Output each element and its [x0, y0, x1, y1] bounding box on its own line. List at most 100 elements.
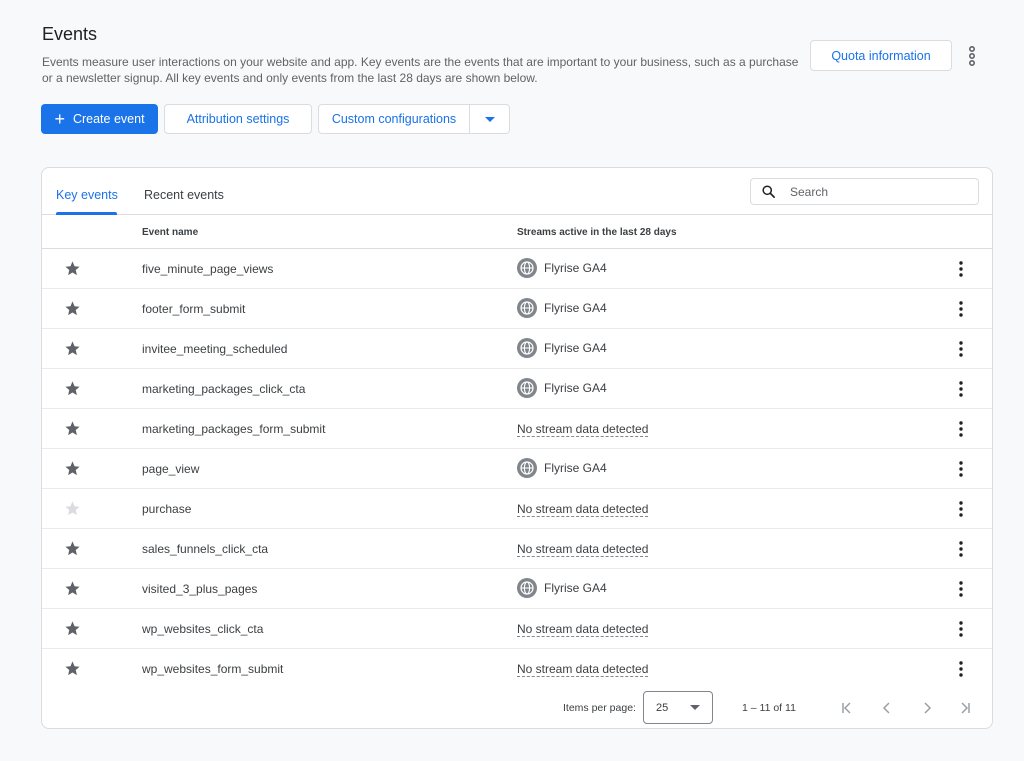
row-more-vert-icon[interactable] — [954, 660, 968, 678]
tab-bar: Key events Recent events — [42, 168, 992, 215]
stream-cell: Flyrise GA4 — [517, 578, 607, 598]
star-outline-icon[interactable] — [64, 500, 81, 517]
column-header-event-name[interactable]: Event name — [142, 227, 198, 238]
key-event-star-icon[interactable] — [64, 660, 81, 677]
last-page-icon[interactable] — [954, 697, 976, 719]
stream-cell: Flyrise GA4 — [517, 378, 607, 398]
stream-cell: Flyrise GA4 — [517, 258, 607, 278]
key-event-star-icon[interactable] — [64, 580, 81, 597]
stream-cell: Flyrise GA4 — [517, 338, 607, 358]
create-event-label: Create event — [72, 112, 145, 126]
event-name[interactable]: sales_funnels_click_cta — [142, 542, 268, 556]
quota-information-button[interactable]: Quota information — [810, 40, 952, 71]
table-row: footer_form_submit Flyrise GA4 — [42, 289, 992, 329]
previous-page-icon[interactable] — [876, 697, 898, 719]
event-name[interactable]: wp_websites_click_cta — [142, 622, 263, 636]
events-table-body: five_minute_page_views Flyrise GA4 foote… — [42, 249, 992, 689]
globe-icon — [517, 578, 537, 598]
table-header: Event name Streams active in the last 28… — [42, 216, 992, 249]
stream-name: Flyrise GA4 — [544, 381, 607, 395]
event-name[interactable]: marketing_packages_click_cta — [142, 382, 305, 396]
key-event-star-icon[interactable] — [64, 540, 81, 557]
no-stream-data-link[interactable]: No stream data detected — [517, 422, 649, 437]
row-more-vert-icon[interactable] — [954, 420, 968, 438]
row-more-vert-icon[interactable] — [954, 620, 968, 638]
row-more-vert-icon[interactable] — [954, 260, 968, 278]
stream-cell: Flyrise GA4 — [517, 298, 607, 318]
no-stream-data-link[interactable]: No stream data detected — [517, 622, 649, 637]
key-event-star-icon[interactable] — [64, 460, 81, 477]
dropdown-arrow-icon — [690, 705, 700, 710]
event-name[interactable]: five_minute_page_views — [142, 262, 273, 276]
table-row: five_minute_page_views Flyrise GA4 — [42, 249, 992, 289]
stream-name: Flyrise GA4 — [544, 341, 607, 355]
row-more-vert-icon[interactable] — [954, 540, 968, 558]
stream-name: Flyrise GA4 — [544, 461, 607, 475]
no-stream-data-link[interactable]: No stream data detected — [517, 542, 649, 557]
table-row: purchase No stream data detected — [42, 489, 992, 529]
events-card: Key events Recent events Event name Stre… — [41, 167, 993, 729]
globe-icon — [517, 458, 537, 478]
event-name[interactable]: page_view — [142, 462, 199, 476]
globe-icon — [517, 338, 537, 358]
event-name[interactable]: purchase — [142, 502, 191, 516]
globe-icon — [517, 378, 537, 398]
event-name[interactable]: visited_3_plus_pages — [142, 582, 257, 596]
table-row: wp_websites_form_submit No stream data d… — [42, 649, 992, 689]
custom-configurations-split-button: Custom configurations — [318, 104, 510, 134]
stream-name: Flyrise GA4 — [544, 581, 607, 595]
tab-recent-events[interactable]: Recent events — [144, 188, 224, 202]
items-per-page-select[interactable]: 25 — [643, 691, 713, 724]
event-name[interactable]: invitee_meeting_scheduled — [142, 342, 287, 356]
plus-icon: + — [54, 109, 65, 129]
table-row: visited_3_plus_pages Flyrise GA4 — [42, 569, 992, 609]
create-event-button[interactable]: + Create event — [41, 104, 158, 134]
page-range: 1 – 11 of 11 — [742, 702, 796, 714]
key-event-star-icon[interactable] — [64, 300, 81, 317]
search-input[interactable] — [790, 184, 960, 199]
row-more-vert-icon[interactable] — [954, 500, 968, 518]
globe-icon — [517, 258, 537, 278]
page-title: Events — [42, 24, 98, 44]
table-row: page_view Flyrise GA4 — [42, 449, 992, 489]
key-event-star-icon[interactable] — [64, 420, 81, 437]
attribution-settings-button[interactable]: Attribution settings — [164, 104, 312, 134]
table-row: marketing_packages_click_cta Flyrise GA4 — [42, 369, 992, 409]
dropdown-arrow-icon — [484, 116, 495, 122]
more-vert-icon[interactable] — [964, 44, 980, 68]
active-tab-indicator — [56, 212, 117, 215]
key-event-star-icon[interactable] — [64, 620, 81, 637]
event-name[interactable]: marketing_packages_form_submit — [142, 422, 325, 436]
row-more-vert-icon[interactable] — [954, 380, 968, 398]
event-name[interactable]: footer_form_submit — [142, 302, 245, 316]
page-description: Events measure user interactions on your… — [42, 55, 799, 85]
pagination: Items per page: 25 1 – 11 of 11 — [42, 688, 992, 728]
column-header-streams[interactable]: Streams active in the last 28 days — [517, 227, 677, 238]
row-more-vert-icon[interactable] — [954, 460, 968, 478]
globe-icon — [517, 298, 537, 318]
next-page-icon[interactable] — [916, 697, 938, 719]
row-more-vert-icon[interactable] — [954, 340, 968, 358]
row-more-vert-icon[interactable] — [954, 580, 968, 598]
table-row: sales_funnels_click_cta No stream data d… — [42, 529, 992, 569]
search-icon — [762, 185, 775, 198]
items-per-page-label: Items per page: — [563, 702, 636, 714]
custom-configurations-button[interactable]: Custom configurations — [318, 104, 470, 134]
stream-cell: Flyrise GA4 — [517, 458, 607, 478]
event-name[interactable]: wp_websites_form_submit — [142, 662, 283, 676]
stream-name: Flyrise GA4 — [544, 301, 607, 315]
tab-key-events[interactable]: Key events — [56, 188, 118, 202]
row-more-vert-icon[interactable] — [954, 300, 968, 318]
key-event-star-icon[interactable] — [64, 260, 81, 277]
table-row: invitee_meeting_scheduled Flyrise GA4 — [42, 329, 992, 369]
no-stream-data-link[interactable]: No stream data detected — [517, 502, 649, 517]
search-box — [750, 178, 979, 205]
key-event-star-icon[interactable] — [64, 380, 81, 397]
table-row: marketing_packages_form_submit No stream… — [42, 409, 992, 449]
custom-configurations-dropdown[interactable] — [470, 104, 510, 134]
first-page-icon[interactable] — [836, 697, 858, 719]
no-stream-data-link[interactable]: No stream data detected — [517, 662, 649, 677]
key-event-star-icon[interactable] — [64, 340, 81, 357]
toolbar: + Create event Attribution settings Cust… — [41, 104, 510, 134]
items-per-page-value: 25 — [656, 701, 669, 714]
